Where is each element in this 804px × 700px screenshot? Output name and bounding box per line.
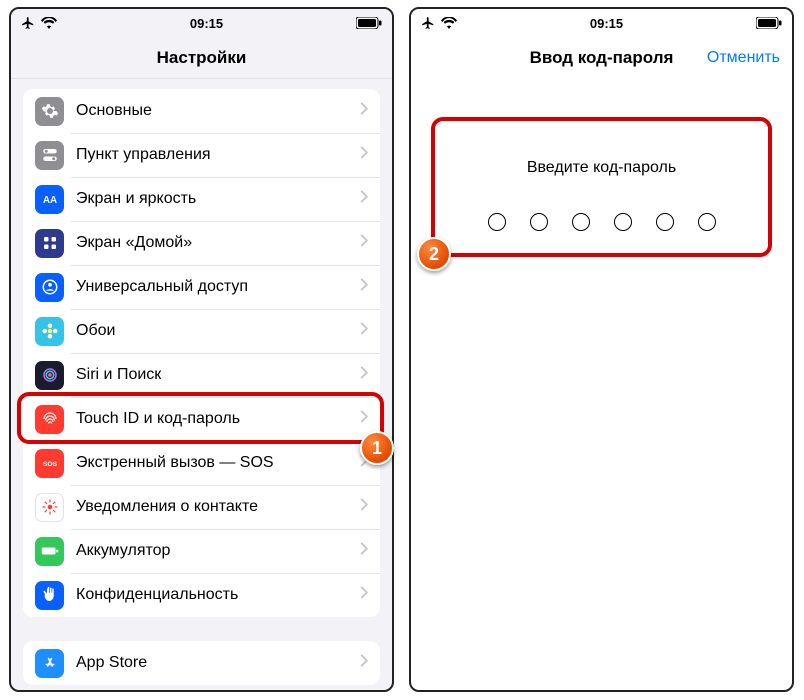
airplane-icon — [21, 16, 35, 30]
chevron-right-icon — [360, 542, 368, 560]
chevron-right-icon — [360, 454, 368, 472]
control-center-icon — [35, 141, 64, 170]
settings-row-home-screen[interactable]: Экран «Домой» — [23, 221, 380, 265]
passcode-prompt: Введите код-пароль — [411, 159, 792, 177]
settings-row-label: Универсальный доступ — [76, 278, 360, 296]
phone-settings: 09:15 Настройки Основные Пункт управления… — [9, 7, 394, 692]
page-title: Настройки — [157, 48, 247, 68]
svg-text:AA: AA — [42, 195, 56, 206]
settings-row-label: App Store — [76, 654, 360, 672]
passcode-title: Ввод код-пароля — [530, 48, 674, 68]
chevron-right-icon — [360, 234, 368, 252]
passcode-dot — [614, 213, 632, 231]
chevron-right-icon — [360, 190, 368, 208]
chevron-right-icon — [360, 586, 368, 604]
settings-row-privacy[interactable]: Конфиденциальность — [23, 573, 380, 617]
chevron-right-icon — [360, 498, 368, 516]
settings-content: Основные Пункт управления AA Экран и яркост… — [11, 79, 392, 690]
airplane-icon — [421, 16, 435, 30]
battery-icon — [756, 17, 782, 29]
passcode-dot — [530, 213, 548, 231]
settings-row-label: Пункт управления — [76, 146, 360, 164]
settings-row-siri[interactable]: Siri и Поиск — [23, 353, 380, 397]
settings-row-label: Touch ID и код-пароль — [76, 410, 360, 428]
wifi-icon — [41, 17, 57, 29]
settings-row-label: Siri и Поиск — [76, 366, 360, 384]
touchid-icon — [35, 405, 64, 434]
settings-group-system: Основные Пункт управления AA Экран и яркост… — [23, 89, 380, 617]
chevron-right-icon — [360, 278, 368, 296]
home-screen-icon — [35, 229, 64, 258]
battery-icon — [356, 17, 382, 29]
passcode-dot — [572, 213, 590, 231]
exposure-icon — [35, 493, 64, 522]
svg-text:SOS: SOS — [42, 461, 57, 468]
appstore-icon — [35, 649, 64, 678]
chevron-right-icon — [360, 102, 368, 120]
settings-row-battery[interactable]: Аккумулятор — [23, 529, 380, 573]
settings-row-label: Конфиденциальность — [76, 586, 360, 604]
passcode-dot — [656, 213, 674, 231]
accessibility-icon — [35, 273, 64, 302]
battery-icon — [35, 537, 64, 566]
chevron-right-icon — [360, 146, 368, 164]
settings-row-label: Основные — [76, 102, 360, 120]
settings-row-exposure[interactable]: Уведомления о контакте — [23, 485, 380, 529]
status-time: 09:15 — [590, 16, 623, 31]
passcode-dot — [698, 213, 716, 231]
settings-row-label: Обои — [76, 322, 360, 340]
passcode-dots[interactable] — [411, 213, 792, 231]
navbar-settings: Настройки — [11, 37, 392, 79]
chevron-right-icon — [360, 322, 368, 340]
display-icon: AA — [35, 185, 64, 214]
chevron-right-icon — [360, 654, 368, 672]
settings-row-general[interactable]: Основные — [23, 89, 380, 133]
privacy-icon — [35, 581, 64, 610]
wallpaper-icon — [35, 317, 64, 346]
settings-row-label: Аккумулятор — [76, 542, 360, 560]
settings-row-label: Экстренный вызов — SOS — [76, 454, 360, 472]
settings-row-accessibility[interactable]: Универсальный доступ — [23, 265, 380, 309]
settings-row-display[interactable]: AA Экран и яркость — [23, 177, 380, 221]
settings-row-sos[interactable]: SOS Экстренный вызов — SOS — [23, 441, 380, 485]
passcode-dot — [488, 213, 506, 231]
cancel-button[interactable]: Отменить — [707, 37, 780, 79]
chevron-right-icon — [360, 366, 368, 384]
sos-icon: SOS — [35, 449, 64, 478]
settings-row-touchid[interactable]: Touch ID и код-пароль — [23, 397, 380, 441]
navbar-passcode: Ввод код-пароля Отменить — [411, 37, 792, 79]
phone-passcode: 09:15 Ввод код-пароля Отменить Введите к… — [409, 7, 794, 692]
settings-row-label: Уведомления о контакте — [76, 498, 360, 516]
status-bar: 09:15 — [11, 9, 392, 37]
settings-row-appstore[interactable]: App Store — [23, 641, 380, 685]
settings-row-wallpaper[interactable]: Обои — [23, 309, 380, 353]
settings-group-store: App Store — [23, 641, 380, 685]
status-bar: 09:15 — [411, 9, 792, 37]
status-time: 09:15 — [190, 16, 223, 31]
settings-row-label: Экран «Домой» — [76, 234, 360, 252]
wifi-icon — [441, 17, 457, 29]
passcode-area: Введите код-пароль — [411, 79, 792, 231]
settings-row-control-center[interactable]: Пункт управления — [23, 133, 380, 177]
chevron-right-icon — [360, 410, 368, 428]
siri-icon — [35, 361, 64, 390]
settings-row-label: Экран и яркость — [76, 190, 360, 208]
general-icon — [35, 97, 64, 126]
